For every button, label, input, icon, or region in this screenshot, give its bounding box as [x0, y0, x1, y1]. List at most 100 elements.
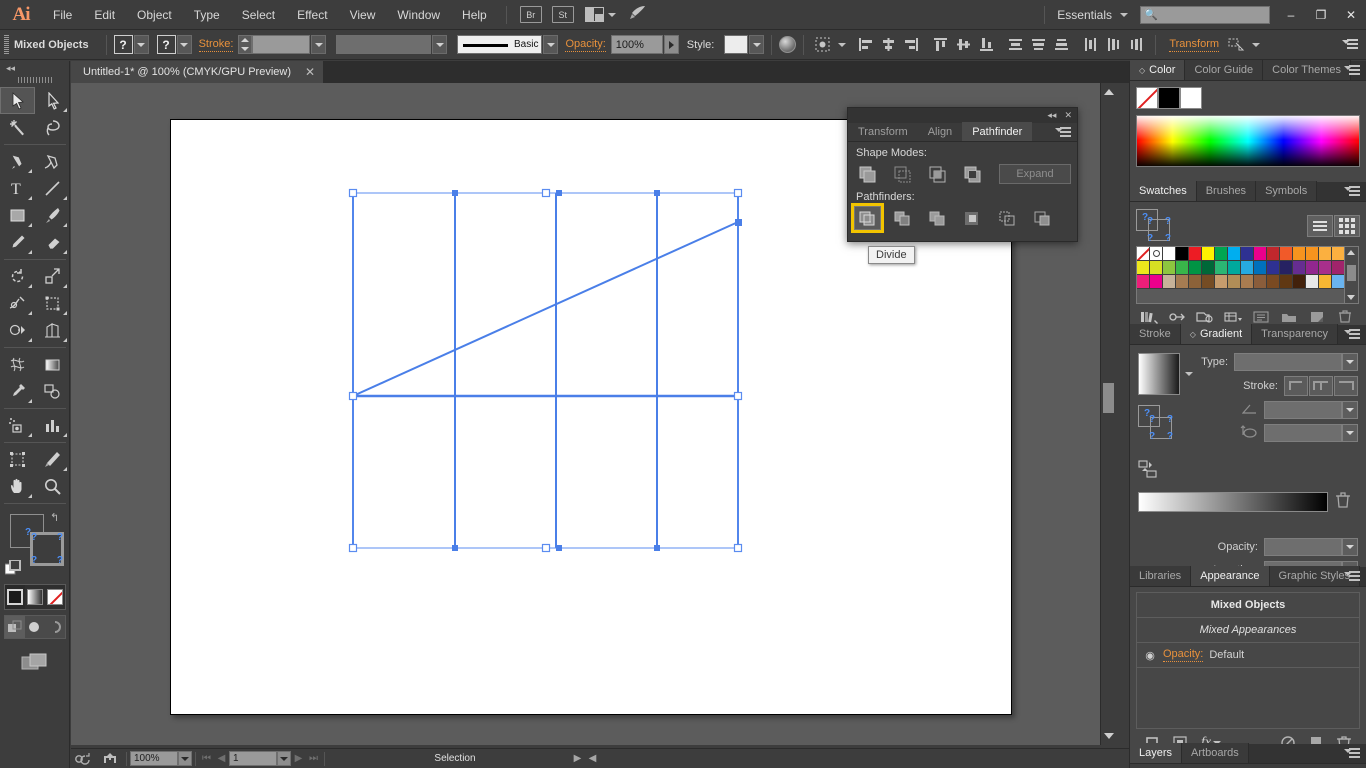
swatch-cell[interactable]: [1241, 261, 1254, 275]
swatch-cell[interactable]: [1176, 275, 1189, 289]
swatch-cell[interactable]: [1189, 261, 1202, 275]
swatch-scroll-up-icon[interactable]: [1347, 250, 1355, 255]
gradient-opacity-dropdown[interactable]: [1342, 538, 1358, 556]
rotate-tool[interactable]: [0, 263, 35, 290]
slice-tool[interactable]: [35, 446, 70, 473]
tab-transparency[interactable]: Transparency: [1252, 324, 1338, 344]
grid-view-icon[interactable]: [1334, 215, 1360, 237]
opacity-label[interactable]: Opacity:: [565, 38, 606, 52]
swatch-cell[interactable]: [1280, 275, 1293, 289]
rectangle-tool[interactable]: [0, 202, 35, 229]
gradient-stroke-along-icon[interactable]: [1309, 376, 1333, 396]
layers-panel-menu-icon[interactable]: [1344, 748, 1360, 760]
toolbar-collapse-icon[interactable]: ◂◂: [0, 61, 69, 75]
swatch-cell[interactable]: [1332, 247, 1344, 261]
appearance-row-opacity[interactable]: ◉ Opacity: Default: [1137, 643, 1359, 668]
swatch-cell[interactable]: [1202, 247, 1215, 261]
first-artboard-button[interactable]: ⏮: [199, 750, 214, 768]
tab-brushes[interactable]: Brushes: [1196, 181, 1257, 201]
pathfinder-collapse-icon[interactable]: ◂◂: [1047, 110, 1056, 121]
canvas-vertical-scrollbar[interactable]: [1100, 83, 1115, 745]
tab-libraries[interactable]: Libraries: [1130, 566, 1192, 586]
appearance-row-sub[interactable]: Mixed Appearances: [1137, 618, 1359, 643]
swatch-cell[interactable]: [1280, 247, 1293, 261]
none-swatch[interactable]: [1136, 87, 1158, 109]
swatch-cell[interactable]: [1215, 261, 1228, 275]
magic-wand-tool[interactable]: [0, 114, 35, 141]
gradient-mode-icon[interactable]: [25, 585, 45, 609]
symbol-sprayer-tool[interactable]: [0, 412, 35, 439]
blend-tool[interactable]: [35, 378, 70, 405]
new-swatch-icon[interactable]: [1304, 308, 1330, 326]
tab-color[interactable]: ◇ Color: [1130, 60, 1186, 80]
crop-icon[interactable]: [959, 206, 986, 230]
swatch-scrollbar[interactable]: [1345, 246, 1359, 304]
menu-edit[interactable]: Edit: [83, 0, 126, 30]
opacity-options-button[interactable]: [663, 35, 679, 54]
swatch-cell[interactable]: [1150, 275, 1163, 289]
menu-object[interactable]: Object: [126, 0, 183, 30]
new-color-group-icon[interactable]: [1276, 308, 1302, 326]
zoom-tool[interactable]: [35, 473, 70, 500]
close-icon[interactable]: ✕: [305, 65, 315, 79]
exclude-icon[interactable]: [959, 162, 986, 186]
pathfinder-close-icon[interactable]: ✕: [1064, 110, 1072, 121]
swatch-cell[interactable]: [1189, 247, 1202, 261]
gradient-angle-dropdown[interactable]: [1342, 401, 1358, 419]
menu-type[interactable]: Type: [183, 0, 231, 30]
swatch-cell[interactable]: [1293, 261, 1306, 275]
swatch-cell[interactable]: [1254, 275, 1267, 289]
black-swatch[interactable]: [1158, 87, 1180, 109]
color-groups-icon[interactable]: [1164, 308, 1190, 326]
swap-fill-stroke-icon[interactable]: ↰: [50, 511, 63, 524]
stroke-weight-input[interactable]: [252, 35, 311, 54]
gradient-opacity-input[interactable]: [1264, 538, 1342, 556]
menu-help[interactable]: Help: [451, 0, 498, 30]
column-graph-tool[interactable]: [35, 412, 70, 439]
swatch-cell[interactable]: [1150, 247, 1163, 261]
trash-icon[interactable]: [1328, 491, 1358, 509]
swatch-cell[interactable]: [1176, 261, 1189, 275]
gradient-tool[interactable]: [35, 351, 70, 378]
free-transform-tool[interactable]: [35, 290, 70, 317]
scroll-down-icon[interactable]: [1104, 733, 1114, 739]
pen-tool[interactable]: [0, 148, 35, 175]
stock-icon[interactable]: St: [551, 6, 574, 23]
scroll-left-button[interactable]: ◀: [585, 750, 600, 768]
tab-appearance[interactable]: Appearance: [1191, 566, 1270, 586]
swatch-cell[interactable]: [1319, 247, 1332, 261]
transform-label[interactable]: Transform: [1169, 38, 1220, 52]
close-button[interactable]: ✕: [1336, 4, 1366, 26]
swatch-cell[interactable]: [1137, 247, 1150, 261]
gradient-stroke-within-icon[interactable]: [1284, 376, 1308, 396]
stroke-dropdown-button[interactable]: [176, 35, 192, 54]
show-swatch-kinds-icon[interactable]: [1192, 308, 1218, 326]
stroke-swatch[interactable]: ? ? ? ?: [30, 532, 64, 566]
select-similar-icon[interactable]: [813, 35, 832, 54]
transform-chevron-icon[interactable]: [1252, 42, 1261, 47]
restore-button[interactable]: ❐: [1306, 4, 1336, 26]
eyedropper-tool[interactable]: [0, 378, 35, 405]
none-mode-icon[interactable]: [45, 585, 65, 609]
curvature-tool[interactable]: [35, 148, 70, 175]
graphic-style-dropdown[interactable]: [749, 35, 765, 54]
control-bar-grip[interactable]: [4, 34, 9, 55]
stroke-label[interactable]: Stroke:: [198, 38, 234, 52]
swatch-cell[interactable]: [1241, 247, 1254, 261]
distribute-top-icon[interactable]: [1006, 35, 1025, 54]
swatch-cell[interactable]: [1241, 275, 1254, 289]
menu-window[interactable]: Window: [386, 0, 451, 30]
default-fill-stroke-icon[interactable]: [4, 559, 21, 576]
swatch-cell[interactable]: [1319, 275, 1332, 289]
color-spectrum[interactable]: [1136, 115, 1360, 167]
swatches-panel-menu-icon[interactable]: [1344, 186, 1360, 198]
swatch-list-options-icon[interactable]: [1248, 308, 1274, 326]
swatch-libraries-icon[interactable]: [1136, 308, 1162, 326]
tab-pathfinder[interactable]: Pathfinder: [962, 122, 1033, 141]
control-bar-menu-icon[interactable]: [1342, 38, 1358, 52]
chevron-down-icon[interactable]: [1120, 12, 1128, 17]
divide-icon[interactable]: [851, 203, 884, 233]
gradient-stroke-across-icon[interactable]: [1334, 376, 1358, 396]
swatch-cell[interactable]: [1293, 275, 1306, 289]
document-tab[interactable]: Untitled-1* @ 100% (CMYK/GPU Preview) ✕: [71, 61, 325, 83]
